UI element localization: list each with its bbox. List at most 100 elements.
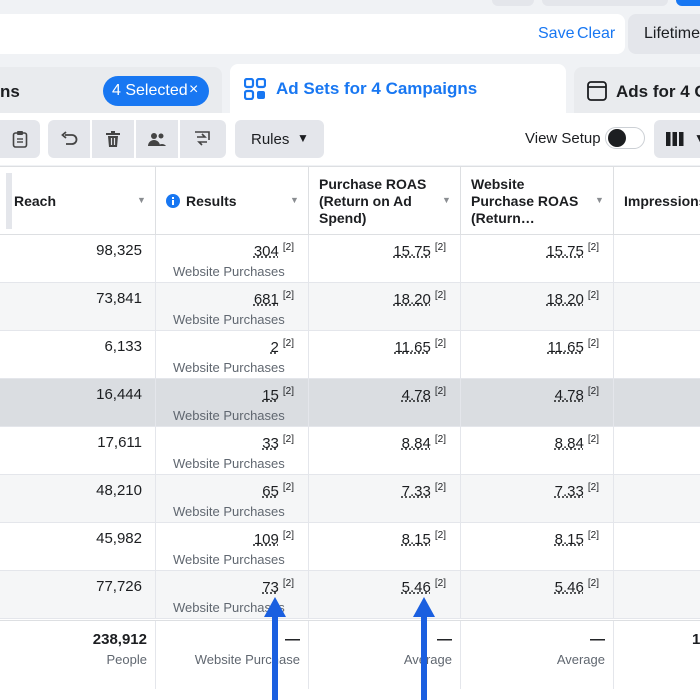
purchase-roas-value[interactable]: 11.65 [394,339,430,356]
table-row[interactable]: 16,444 15 [2] Website Purchases 4.78 [2] 4.78 [… [0,379,700,427]
footnote-marker[interactable]: [2] [435,386,446,397]
table-row[interactable]: 73,841 681 [2] Website Purchases 18.20 [2] 18.… [0,283,700,331]
save-link[interactable]: Save [538,25,574,43]
footnote-marker[interactable]: [2] [588,338,599,349]
footnote-marker[interactable]: [2] [435,578,446,589]
close-icon[interactable]: × [189,81,198,99]
purchase-roas-value[interactable]: 5.46 [402,579,431,596]
table-row[interactable]: 45,982 109 [2] Website Purchases 8.15 [2] 8.15… [0,523,700,571]
purchase-roas-value[interactable]: 15.75 [393,243,431,260]
columns-button[interactable]: ▼ [654,120,700,158]
results-value[interactable]: 33 [262,435,279,452]
swap-icon [195,131,210,146]
website-roas-value[interactable]: 15.75 [546,243,584,260]
results-value[interactable]: 2 [271,339,279,356]
cell-website-roas: 5.46 [2] [461,571,614,619]
purchase-roas-value[interactable]: 8.15 [402,531,431,548]
results-value[interactable]: 73 [262,579,279,596]
selected-filter-pill[interactable]: 4 Selected × [103,76,209,106]
column-header-website-roas[interactable]: Website Purchase ROAS (Return… ▼ [461,167,614,235]
clear-link[interactable]: Clear [577,25,615,43]
footnote-marker[interactable]: [2] [283,338,294,349]
website-roas-value[interactable]: 7.33 [555,483,584,500]
column-header-impressions[interactable]: Impressions [614,167,700,235]
tab-ads[interactable]: Ads for 4 C [574,67,700,113]
footnote-marker[interactable]: [2] [435,242,446,253]
undo-button[interactable] [48,120,90,158]
footnote-marker[interactable]: [2] [435,530,446,541]
audience-button[interactable] [136,120,178,158]
delete-button[interactable] [92,120,134,158]
results-value-wrap: 2 [2] [271,338,294,356]
tab-campaigns[interactable]: ns 4 Selected × [0,67,222,113]
footnote-marker[interactable]: [2] [588,530,599,541]
rules-button[interactable]: Rules ▼ [235,120,324,158]
footnote-marker[interactable]: [2] [283,530,294,541]
purchase-roas-value[interactable]: 8.84 [402,435,431,452]
column-header-results[interactable]: Results ▼ [156,167,309,235]
footnote-marker[interactable]: [2] [283,290,294,301]
purchase-roas-value[interactable]: 4.78 [402,387,431,404]
footnote-marker[interactable]: [2] [283,242,294,253]
column-header-reach[interactable]: Reach ▼ [0,167,156,235]
cell-purchase-roas: 5.46 [2] [309,571,461,619]
tab-ad-sets[interactable]: Ad Sets for 4 Campaigns [230,64,566,116]
cell-results: 15 [2] Website Purchases [156,379,309,427]
results-value[interactable]: 304 [254,243,279,260]
footnote-marker[interactable]: [2] [283,386,294,397]
footnote-marker[interactable]: [2] [435,482,446,493]
footnote-marker[interactable]: [2] [283,482,294,493]
column-resize-handle[interactable] [6,173,12,229]
website-roas-value[interactable]: 8.84 [555,435,584,452]
website-roas-value[interactable]: 18.20 [546,291,584,308]
footnote-marker[interactable]: [2] [435,434,446,445]
results-value[interactable]: 681 [254,291,279,308]
results-value[interactable]: 15 [262,387,279,404]
website-roas-value-wrap: 8.84 [2] [555,434,599,452]
results-value[interactable]: 65 [262,483,279,500]
purchase-roas-value[interactable]: 18.20 [393,291,431,308]
compare-button[interactable] [180,120,226,158]
website-roas-value[interactable]: 4.78 [555,387,584,404]
table-row[interactable]: 48,210 65 [2] Website Purchases 7.33 [2] 7.33 [… [0,475,700,523]
footnote-marker[interactable]: [2] [435,338,446,349]
sort-caret-icon[interactable]: ▼ [442,195,451,205]
footnote-marker[interactable]: [2] [435,290,446,301]
table-row[interactable]: 98,325 304 [2] Website Purchases 15.75 [2] 15.… [0,235,700,283]
footnote-marker[interactable]: [2] [588,578,599,589]
footnote-marker[interactable]: [2] [588,242,599,253]
column-title: Reach [14,193,57,209]
footnote-marker[interactable]: [2] [283,434,294,445]
view-setup-toggle[interactable] [605,127,645,149]
date-range-button[interactable]: Lifetime: [628,14,700,54]
website-roas-value[interactable]: 5.46 [555,579,584,596]
reach-value: 6,133 [104,338,142,355]
info-icon[interactable] [166,194,180,208]
sort-caret-icon[interactable]: ▼ [290,195,299,205]
table-row[interactable]: 6,133 2 [2] Website Purchases 11.65 [2] 11.65 [… [0,331,700,379]
table-row[interactable]: 17,611 33 [2] Website Purchases 8.84 [2] 8.84 [… [0,427,700,475]
cell-website-roas: 8.84 [2] [461,427,614,475]
purchase-roas-value[interactable]: 7.33 [402,483,431,500]
table-row[interactable]: 77,726 73 [2] Website Purchases 5.46 [2] 5.46[… [0,571,700,619]
website-roas-value[interactable]: 8.15 [555,531,584,548]
sort-caret-icon[interactable]: ▼ [137,195,146,205]
footnote-marker[interactable]: [2] [588,386,599,397]
top-button[interactable] [542,0,668,6]
footnote-marker[interactable]: [2] [283,578,294,589]
cell-purchase-roas: 8.15 [2] [309,523,461,571]
footnote-marker[interactable]: [2] [588,290,599,301]
footnote-marker[interactable]: [2] [588,482,599,493]
total-results-cell: — Website Purchase [156,621,309,689]
footnote-marker[interactable]: [2] [588,434,599,445]
copy-button[interactable] [0,120,40,158]
sort-caret-icon[interactable]: ▼ [595,195,604,205]
website-roas-value-wrap: 4.78 [2] [555,386,599,404]
cell-impressions [614,427,700,475]
top-primary-button[interactable] [676,0,700,6]
column-header-purchase-roas[interactable]: Purchase ROAS (Return on Ad Spend) ▼ [309,167,461,235]
results-value[interactable]: 109 [254,531,279,548]
undo-icon [61,131,78,145]
top-button[interactable] [492,0,534,6]
website-roas-value[interactable]: 11.65 [547,339,583,356]
